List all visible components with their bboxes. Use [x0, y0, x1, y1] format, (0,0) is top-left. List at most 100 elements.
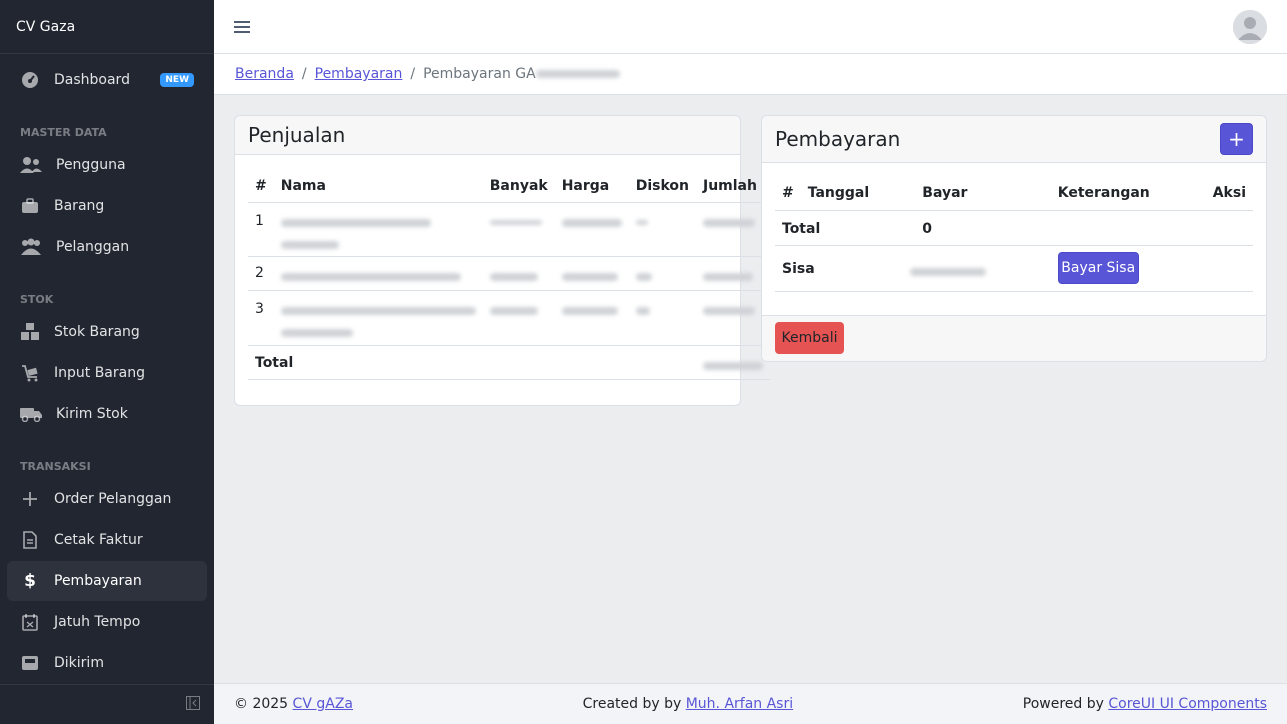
- redacted-cell: [628, 256, 696, 291]
- hamburger-menu-icon[interactable]: [234, 20, 250, 33]
- sidebar-item-pembayaran[interactable]: $ Pembayaran: [7, 561, 207, 601]
- redacted-cell: [482, 290, 555, 346]
- plus-icon: [20, 489, 40, 509]
- row-number: 2: [248, 256, 274, 291]
- footer-copyright: © 2025 CV gAZa: [234, 696, 353, 712]
- coreui-link[interactable]: CoreUI UI Components: [1108, 696, 1267, 712]
- sidebar-item-barang[interactable]: Barang: [7, 186, 207, 226]
- sidebar-item-pelanggan[interactable]: Pelanggan: [7, 227, 207, 267]
- penjualan-card-body: # Nama Banyak Harga Diskon Jumlah 1 2 3 …: [235, 155, 770, 396]
- copyright-text: © 2025: [234, 696, 289, 712]
- column-header-no: #: [775, 177, 801, 211]
- redacted-cell: [628, 202, 696, 257]
- users-icon: [20, 155, 42, 175]
- table-row: 1: [248, 202, 770, 257]
- people-icon: [20, 237, 42, 257]
- sisa-label: Sisa: [775, 245, 916, 292]
- pembayaran-table: # Tanggal Bayar Keterangan Aksi Total 0 …: [775, 177, 1253, 292]
- penjualan-card: Penjualan # Nama Banyak Harga Diskon Jum…: [234, 115, 770, 406]
- speedometer-icon: [20, 70, 40, 90]
- sidebar-item-stok-barang[interactable]: Stok Barang: [7, 312, 207, 352]
- inbox-icon: [20, 653, 40, 673]
- new-badge: NEW: [160, 73, 194, 87]
- breadcrumb-separator: /: [301, 66, 307, 82]
- sidebar-item-cetak-faktur[interactable]: Cetak Faktur: [7, 520, 207, 560]
- penjualan-table-header-row: # Nama Banyak Harga Diskon Jumlah: [248, 171, 770, 203]
- table-row: 2: [248, 256, 770, 291]
- redacted-cell: [628, 290, 696, 346]
- penjualan-table: # Nama Banyak Harga Diskon Jumlah 1 2 3 …: [248, 171, 770, 380]
- sidebar-item-label: Stok Barang: [54, 324, 140, 340]
- penjualan-title: Penjualan: [248, 123, 346, 147]
- pembayaran-card: Pembayaran + # Tanggal Bayar Keterangan …: [761, 115, 1267, 362]
- total-row: Total 0: [775, 210, 1253, 246]
- redacted-cell: [273, 202, 483, 257]
- redacted-cell: [273, 256, 483, 291]
- sidebar-item-label: Dashboard: [54, 72, 130, 88]
- breadcrumb-current: Pembayaran GA: [423, 66, 536, 82]
- redacted-cell: [482, 256, 555, 291]
- redacted-total: [695, 345, 770, 380]
- cart-icon: [20, 363, 40, 383]
- sidebar-item-label: Jatuh Tempo: [54, 614, 141, 630]
- sidebar-toggler[interactable]: [0, 684, 214, 724]
- header: [214, 0, 1287, 54]
- document-icon: [20, 530, 40, 550]
- breadcrumb-home-link[interactable]: Beranda: [235, 66, 294, 82]
- sidebar-item-label: Cetak Faktur: [54, 532, 143, 548]
- column-header-keterangan: Keterangan: [1050, 177, 1206, 211]
- collapse-sidebar-icon[interactable]: [186, 695, 200, 714]
- pembayaran-card-footer: Kembali: [762, 315, 1266, 361]
- sidebar-item-kirim-stok[interactable]: Kirim Stok: [7, 394, 207, 434]
- column-header-no: #: [248, 171, 274, 203]
- penjualan-card-header: Penjualan: [235, 116, 740, 155]
- total-value: 0: [915, 210, 1051, 246]
- sidebar-item-order-pelanggan[interactable]: Order Pelanggan: [7, 479, 207, 519]
- redacted-cell: [554, 202, 629, 257]
- sidebar-item-label: Pembayaran: [54, 573, 142, 589]
- sidebar-item-input-barang[interactable]: Input Barang: [7, 353, 207, 393]
- sidebar-item-label: Barang: [54, 198, 105, 214]
- sisa-row: Sisa Bayar Sisa: [775, 245, 1253, 292]
- total-label: Total: [775, 210, 916, 246]
- sidebar-item-label: Order Pelanggan: [54, 491, 172, 507]
- kembali-button[interactable]: Kembali: [775, 322, 844, 354]
- redacted-cell: [554, 256, 629, 291]
- boxes-icon: [20, 322, 40, 342]
- user-avatar[interactable]: [1233, 9, 1267, 44]
- author-link[interactable]: Muh. Arfan Asri: [686, 696, 793, 712]
- sidebar-item-pengguna[interactable]: Pengguna: [7, 145, 207, 185]
- briefcase-icon: [20, 196, 40, 216]
- add-payment-button[interactable]: +: [1220, 123, 1253, 155]
- sidebar-item-dashboard[interactable]: Dashboard NEW: [7, 60, 207, 100]
- sidebar-item-label: Dikirim: [54, 655, 104, 671]
- breadcrumb-separator: /: [410, 66, 416, 82]
- column-header-jumlah: Jumlah: [695, 171, 770, 203]
- pembayaran-card-body: # Tanggal Bayar Keterangan Aksi Total 0 …: [762, 163, 1266, 292]
- footer-created-by: Created by by Muh. Arfan Asri: [583, 696, 794, 712]
- redacted-sisa-value: [910, 245, 1051, 292]
- section-title-stok: STOK: [20, 293, 54, 306]
- section-title-master-data: MASTER DATA: [20, 126, 107, 139]
- sidebar: CV Gaza Dashboard NEW MASTER DATA Penggu…: [0, 0, 214, 724]
- redacted-cell: [695, 256, 770, 291]
- column-header-nama: Nama: [273, 171, 483, 203]
- bayar-sisa-button[interactable]: Bayar Sisa: [1057, 251, 1139, 284]
- redacted-cell: [695, 290, 770, 346]
- brand-name[interactable]: CV Gaza: [0, 0, 214, 54]
- redacted-cell: [554, 290, 629, 346]
- sidebar-nav: Dashboard NEW MASTER DATA Pengguna Baran…: [0, 54, 214, 684]
- sidebar-item-jatuh-tempo[interactable]: Jatuh Tempo: [7, 602, 207, 642]
- redacted-cell: [695, 202, 770, 257]
- breadcrumb-parent-link[interactable]: Pembayaran: [315, 66, 403, 82]
- sidebar-item-label: Pelanggan: [56, 239, 130, 255]
- column-header-harga: Harga: [554, 171, 629, 203]
- total-row: Total: [248, 345, 770, 380]
- sidebar-item-label: Pengguna: [56, 157, 126, 173]
- column-header-aksi: Aksi: [1205, 177, 1253, 211]
- company-link[interactable]: CV gAZa: [293, 696, 353, 712]
- created-by-text: Created by by: [582, 696, 682, 712]
- row-number: 1: [248, 202, 274, 257]
- column-header-diskon: Diskon: [628, 171, 696, 203]
- sidebar-item-dikirim[interactable]: Dikirim: [7, 643, 207, 683]
